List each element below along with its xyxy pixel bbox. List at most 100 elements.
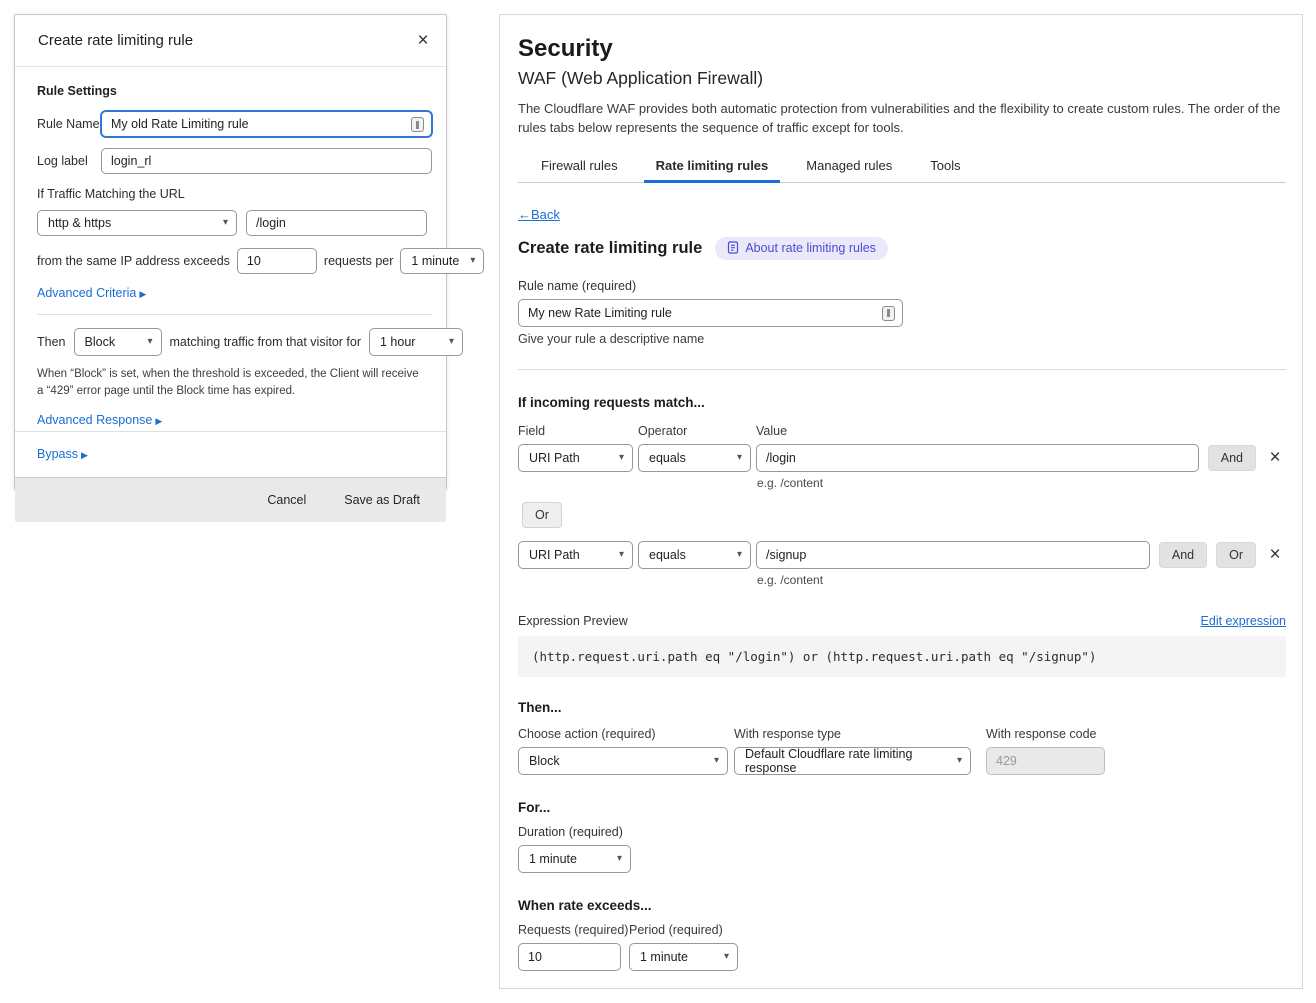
close-icon[interactable]: ×	[414, 31, 432, 50]
expression-preview-row: Expression Preview Edit expression	[518, 614, 1286, 628]
advanced-criteria-link[interactable]: Advanced Criteria▶	[37, 286, 146, 300]
value-hint-text: e.g. /content	[757, 476, 1286, 490]
tab-managed-rules[interactable]: Managed rules	[804, 153, 894, 182]
response-code-label: With response code	[986, 727, 1096, 741]
operator-column-label: Operator	[638, 424, 756, 438]
bypass-link[interactable]: Bypass▶	[37, 447, 88, 461]
expand-arrow-icon: ▶	[139, 289, 146, 299]
rule-name-row: Rule Name	[37, 111, 432, 137]
requests-label: Requests (required)	[518, 923, 629, 937]
chevron-down-icon: ▾	[737, 453, 742, 463]
threshold-prefix-text: from the same IP address exceeds	[37, 254, 230, 268]
duration-label: Duration (required)	[518, 825, 1286, 839]
tab-firewall-rules[interactable]: Firewall rules	[539, 153, 620, 182]
traffic-match-heading: If Traffic Matching the URL	[37, 187, 432, 201]
then-controls-row: Block ▾ Default Cloudflare rate limiting…	[518, 747, 1286, 775]
response-type-label: With response type	[734, 727, 986, 741]
operator-select[interactable]: equals ▾	[638, 444, 751, 472]
value-input[interactable]	[756, 444, 1199, 472]
rule-name-label: Rule name (required)	[518, 279, 1286, 293]
page-subtitle: WAF (Web Application Firewall)	[518, 68, 1286, 89]
dialog-footer: Cancel Save as Draft	[15, 477, 446, 522]
waf-tabs: Firewall rules Rate limiting rules Manag…	[518, 153, 1286, 183]
response-code-input	[986, 747, 1105, 775]
ban-duration-select[interactable]: 1 hour ▾	[369, 328, 463, 356]
chevron-down-icon: ▾	[619, 550, 624, 560]
dialog-body: Rule Settings Rule Name Log label If Tra…	[15, 67, 446, 431]
dialog-header: Create rate limiting rule ×	[15, 15, 446, 67]
log-label-row: Log label	[37, 148, 432, 174]
back-link[interactable]: ←Back	[518, 207, 560, 222]
then-labels-row: Choose action (required) With response t…	[518, 727, 1286, 741]
scheme-select[interactable]: http & https ▾	[37, 210, 237, 236]
chevron-down-icon: ▾	[737, 550, 742, 560]
threshold-suffix-text: requests per	[324, 254, 393, 268]
block-note-text: When “Block” is set, when the threshold …	[37, 366, 432, 401]
requests-input[interactable]	[518, 943, 621, 971]
page-description: The Cloudflare WAF provides both automat…	[518, 100, 1286, 138]
edit-expression-link[interactable]: Edit expression	[1201, 614, 1286, 628]
chevron-down-icon: ▾	[619, 453, 624, 463]
field-select[interactable]: URI Path ▾	[518, 541, 633, 569]
advanced-response-link[interactable]: Advanced Response▶	[37, 413, 162, 427]
then-section-heading: Then...	[518, 700, 1286, 715]
chevron-down-icon: ▾	[714, 756, 719, 766]
rule-name-label: Rule Name	[37, 117, 101, 131]
or-button[interactable]: Or	[1216, 542, 1256, 568]
duration-select[interactable]: 1 minute ▾	[518, 845, 631, 873]
choose-action-select[interactable]: Block ▾	[518, 747, 728, 775]
field-column-label: Field	[518, 424, 638, 438]
chevron-down-icon: ▾	[449, 337, 454, 347]
bypass-section: Bypass▶	[15, 431, 446, 477]
then-row: Then Block ▾ matching traffic from that …	[37, 328, 432, 356]
match-column-labels: Field Operator Value	[518, 424, 1286, 438]
chevron-down-icon: ▾	[957, 756, 962, 766]
expand-arrow-icon: ▶	[81, 450, 88, 460]
action-select[interactable]: Block ▾	[74, 328, 162, 356]
url-input[interactable]	[246, 210, 427, 236]
traffic-match-row: http & https ▾	[37, 210, 432, 236]
rule-name-input[interactable]	[518, 299, 903, 327]
threshold-input[interactable]	[237, 248, 317, 274]
tab-rate-limiting-rules[interactable]: Rate limiting rules	[654, 153, 771, 182]
match-row: URI Path ▾ equals ▾ And Or ×	[518, 541, 1286, 569]
expression-code-box: (http.request.uri.path eq "/login") or (…	[518, 636, 1286, 677]
threshold-row: from the same IP address exceeds request…	[37, 248, 432, 274]
period-select[interactable]: 1 minute ▾	[400, 248, 484, 274]
chevron-down-icon: ▾	[470, 256, 475, 266]
create-rate-limit-dialog: Create rate limiting rule × Rule Setting…	[14, 14, 447, 490]
choose-action-label: Choose action (required)	[518, 727, 734, 741]
or-connector-button[interactable]: Or	[522, 502, 562, 528]
rule-name-input[interactable]	[101, 111, 432, 137]
match-row: URI Path ▾ equals ▾ And ×	[518, 444, 1286, 472]
security-waf-panel: Security WAF (Web Application Firewall) …	[499, 14, 1303, 989]
rate-labels-row: Requests (required) Period (required)	[518, 923, 1286, 937]
and-button[interactable]: And	[1208, 445, 1256, 471]
response-type-select[interactable]: Default Cloudflare rate limiting respons…	[734, 747, 971, 775]
chevron-down-icon: ▾	[147, 337, 152, 347]
autofill-icon[interactable]	[882, 306, 895, 321]
about-rate-limiting-badge[interactable]: About rate limiting rules	[715, 237, 888, 260]
period-label: Period (required)	[629, 923, 723, 937]
create-rule-heading: Create rate limiting rule	[518, 239, 702, 258]
page-title: Security	[518, 35, 1286, 63]
for-section-heading: For...	[518, 800, 1286, 815]
value-column-label: Value	[756, 424, 787, 438]
autofill-icon[interactable]	[411, 117, 424, 132]
tab-tools[interactable]: Tools	[928, 153, 962, 182]
field-select[interactable]: URI Path ▾	[518, 444, 633, 472]
value-input[interactable]	[756, 541, 1150, 569]
value-hint-text: e.g. /content	[757, 573, 1286, 587]
then-label: Then	[37, 335, 66, 349]
log-label-label: Log label	[37, 154, 101, 168]
cancel-button[interactable]: Cancel	[267, 493, 306, 507]
create-heading-row: Create rate limiting rule About rate lim…	[518, 237, 1286, 260]
rate-period-select[interactable]: 1 minute ▾	[629, 943, 738, 971]
operator-select[interactable]: equals ▾	[638, 541, 751, 569]
save-as-draft-button[interactable]: Save as Draft	[344, 493, 420, 507]
log-label-input[interactable]	[101, 148, 432, 174]
and-button[interactable]: And	[1159, 542, 1207, 568]
chevron-down-icon: ▾	[223, 218, 228, 228]
remove-condition-icon[interactable]: ×	[1266, 448, 1284, 467]
remove-condition-icon[interactable]: ×	[1266, 545, 1284, 564]
